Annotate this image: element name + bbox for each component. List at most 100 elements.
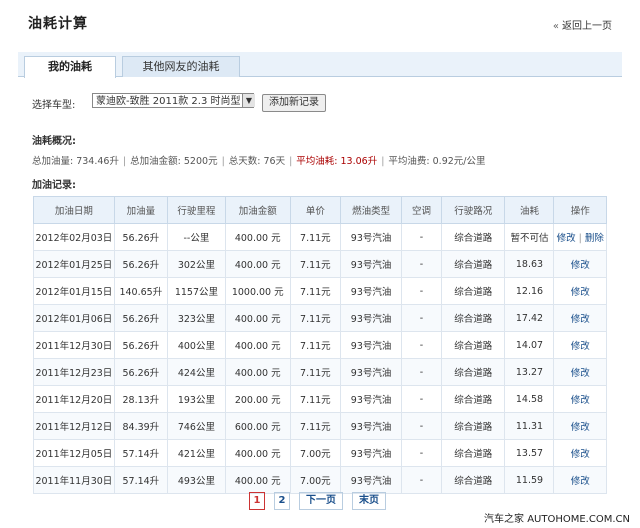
- table-cell: 93号汽油: [340, 331, 402, 359]
- double-chevron-left-icon: «: [552, 21, 559, 32]
- next-page-button[interactable]: 下一页: [299, 492, 343, 510]
- back-link-label: 返回上一页: [562, 21, 612, 32]
- column-header: 燃油类型: [340, 196, 402, 224]
- table-row: 2012年01月25日 56.26升 302公里 400.00 元 7.11元 93号汽油…: [33, 250, 607, 278]
- table-cell: 14.58: [504, 385, 555, 413]
- table-row: 2012年01月06日 56.26升 323公里 400.00 元 7.11元 93号汽油…: [33, 304, 607, 332]
- table-cell: 323公里: [166, 304, 226, 332]
- table-cell: 13.57: [504, 439, 555, 467]
- table-cell: -: [400, 385, 443, 413]
- table-cell: -: [400, 223, 443, 251]
- edit-link[interactable]: 修改: [571, 314, 590, 325]
- table-cell: 400.00 元: [224, 250, 291, 278]
- column-header: 加油金额: [224, 196, 291, 224]
- table-cell: 12.16: [504, 277, 555, 305]
- page-2-button[interactable]: 2: [274, 492, 290, 510]
- table-row: 2012年01月15日 140.65升 1157公里 1000.00 元 7.11元 93…: [33, 277, 607, 305]
- table-cell: 56.26升: [113, 304, 168, 332]
- actions-cell: 修改: [553, 466, 607, 494]
- table-cell: 57.14升: [113, 439, 168, 467]
- table-cell: 7.11元: [289, 250, 342, 278]
- car-select-label: 选择车型:: [32, 100, 76, 111]
- table-cell: 746公里: [166, 412, 226, 440]
- table-cell: 7.00元: [289, 439, 342, 467]
- table-cell: 93号汽油: [340, 358, 402, 386]
- edit-link[interactable]: 修改: [557, 233, 576, 244]
- table-cell: 2011年12月30日: [33, 331, 115, 359]
- column-header: 加油量: [113, 196, 168, 224]
- edit-link[interactable]: 修改: [571, 287, 590, 298]
- add-record-button[interactable]: 添加新记录: [262, 94, 326, 112]
- column-header: 空调: [400, 196, 443, 224]
- table-cell: 56.26升: [113, 331, 168, 359]
- table-cell: 56.26升: [113, 358, 168, 386]
- table-cell: 400.00 元: [224, 439, 291, 467]
- delete-link[interactable]: 删除: [585, 233, 604, 244]
- tab-bar: 我的油耗 其他网友的油耗: [18, 52, 622, 78]
- table-cell: 7.11元: [289, 277, 342, 305]
- back-link[interactable]: «返回上一页: [553, 17, 612, 32]
- table-cell: 400.00 元: [224, 304, 291, 332]
- overview-heading: 油耗概况:: [32, 136, 76, 147]
- column-header: 油耗: [504, 196, 555, 224]
- edit-link[interactable]: 修改: [571, 422, 590, 433]
- page-1-button[interactable]: 1: [249, 492, 265, 510]
- tab-others-fuel[interactable]: 其他网友的油耗: [122, 56, 240, 77]
- edit-link[interactable]: 修改: [571, 341, 590, 352]
- dropdown-arrow-icon[interactable]: ▼: [242, 94, 255, 107]
- table-cell: 93号汽油: [340, 412, 402, 440]
- table-cell: 93号汽油: [340, 223, 402, 251]
- edit-link[interactable]: 修改: [571, 476, 590, 487]
- table-cell: 综合道路: [441, 358, 506, 386]
- avg-cost: 平均油费: 0.92元/公里: [388, 156, 486, 167]
- column-header: 行驶路况: [441, 196, 506, 224]
- last-page-button[interactable]: 末页: [352, 492, 386, 510]
- table-cell: 2011年12月23日: [33, 358, 115, 386]
- table-cell: 57.14升: [113, 466, 168, 494]
- actions-cell: 修改: [553, 412, 607, 440]
- table-cell: -: [400, 439, 443, 467]
- table-cell: --公里: [166, 223, 226, 251]
- table-cell: 400.00 元: [224, 331, 291, 359]
- actions-cell: 修改: [553, 385, 607, 413]
- table-header-row: 加油日期 加油量 行驶里程 加油金额 单价 燃油类型 空调 行驶路况 油耗 操作: [33, 196, 607, 224]
- table-row: 2011年12月30日 56.26升 400公里 400.00 元 7.11元 93号汽油…: [33, 331, 607, 359]
- table-cell: 综合道路: [441, 466, 506, 494]
- table-cell: 93号汽油: [340, 304, 402, 332]
- table-cell: 200.00 元: [224, 385, 291, 413]
- edit-link[interactable]: 修改: [571, 260, 590, 271]
- table-cell: -: [400, 358, 443, 386]
- total-amount: 总加油金额: 5200元: [130, 156, 218, 167]
- table-cell: 2012年02月03日: [33, 223, 115, 251]
- table-cell: 18.63: [504, 250, 555, 278]
- table-cell: 424公里: [166, 358, 226, 386]
- table-cell: 56.26升: [113, 223, 168, 251]
- table-cell: 2012年01月06日: [33, 304, 115, 332]
- table-cell: 7.11元: [289, 412, 342, 440]
- table-cell: -: [400, 277, 443, 305]
- column-header: 单价: [289, 196, 342, 224]
- table-cell: 93号汽油: [340, 385, 402, 413]
- watermark: 汽车之家 AUTOHOME.COM.CN: [484, 514, 630, 525]
- actions-cell: 修改: [553, 277, 607, 305]
- actions-cell: 修改: [553, 358, 607, 386]
- edit-link[interactable]: 修改: [571, 368, 590, 379]
- table-cell: 2012年01月15日: [33, 277, 115, 305]
- total-days: 总天数: 76天: [228, 156, 286, 167]
- page-header: 油耗计算 «返回上一页: [0, 0, 640, 46]
- table-cell: 302公里: [166, 250, 226, 278]
- fuel-records-table: 加油日期 加油量 行驶里程 加油金额 单价 燃油类型 空调 行驶路况 油耗 操作 2012年02月…: [33, 196, 607, 494]
- edit-link[interactable]: 修改: [571, 395, 590, 406]
- actions-cell: 修改: [553, 439, 607, 467]
- table-cell: 7.11元: [289, 304, 342, 332]
- table-cell: 7.11元: [289, 385, 342, 413]
- total-fuel: 总加油量: 734.46升: [32, 156, 119, 167]
- page-title: 油耗计算: [28, 16, 88, 32]
- tab-my-fuel[interactable]: 我的油耗: [24, 56, 116, 78]
- table-cell: 7.11元: [289, 358, 342, 386]
- car-model-select[interactable]: 蒙迪欧-致胜 2011款 2.3 时尚型: [92, 93, 254, 108]
- table-cell: 14.07: [504, 331, 555, 359]
- table-cell: 93号汽油: [340, 277, 402, 305]
- table-cell: 93号汽油: [340, 250, 402, 278]
- edit-link[interactable]: 修改: [571, 449, 590, 460]
